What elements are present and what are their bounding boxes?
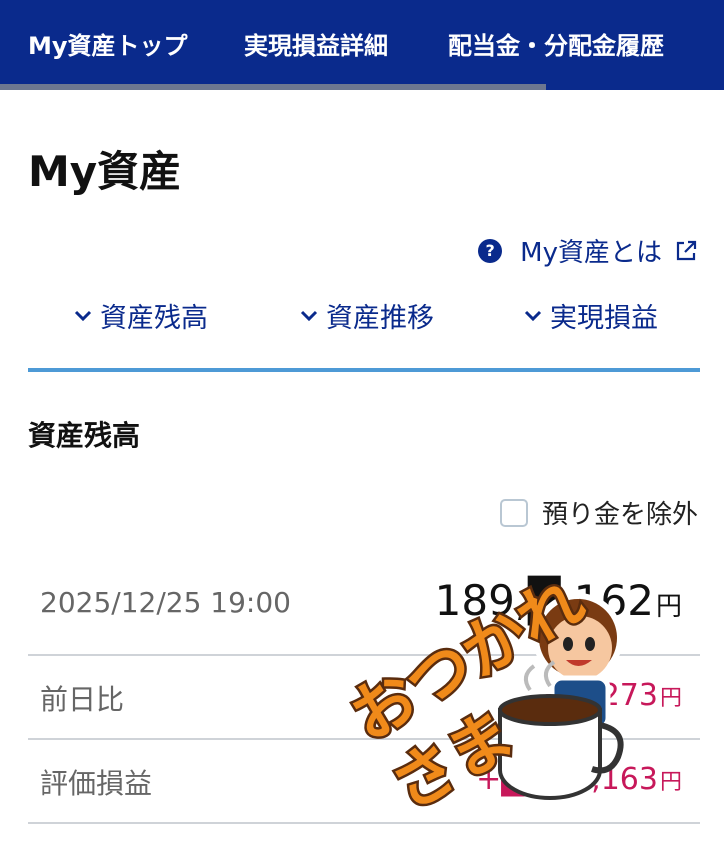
tab-dividend-history[interactable]: 配当金・分配金履歴 [448,26,664,61]
day-change-label: 前日比 [40,683,125,716]
balance-timestamp: 2025/12/25 19:00 [40,586,291,619]
anchor-trend-label: 資産推移 [326,303,434,334]
chevron-down-icon [74,310,92,321]
chevron-down-icon [524,310,542,321]
page-title: My資産 [28,147,182,196]
tab-bar-track [546,84,724,90]
exclude-deposit-checkbox[interactable] [499,498,528,527]
tab-my-assets-top[interactable]: My資産トップ [28,26,188,61]
help-icon: ? [478,238,503,263]
anchor-realized-pl-label: 実現損益 [550,303,658,334]
top-nav: My資産トップ 実現損益詳細 配当金・分配金履歴 [0,0,724,88]
external-link-icon [676,240,697,260]
section-anchor-nav: 資産残高 資産推移 実現損益 [28,296,700,340]
help-link[interactable]: ? My資産とは [478,232,698,269]
anchor-realized-pl[interactable]: 実現損益 [524,296,658,335]
exclude-deposit-label: 預り金を除外 [541,500,698,530]
tab-realized-pl-detail[interactable]: 実現損益詳細 [244,26,388,61]
anchor-trend[interactable]: 資産推移 [300,296,434,335]
exclude-deposit-toggle[interactable]: 預り金を除外 [499,494,698,531]
help-link-label: My資産とは [520,238,662,268]
anchor-balance[interactable]: 資産残高 [74,296,208,335]
active-tab-indicator [0,84,546,90]
chevron-down-icon [300,310,318,321]
section-divider [28,368,700,372]
anchor-balance-label: 資産残高 [100,303,208,334]
unrealized-pl-label: 評価損益 [40,767,153,800]
otsukaresama-sticker: おつかれ さま [340,561,624,820]
balance-section-title: 資産残高 [28,419,141,452]
